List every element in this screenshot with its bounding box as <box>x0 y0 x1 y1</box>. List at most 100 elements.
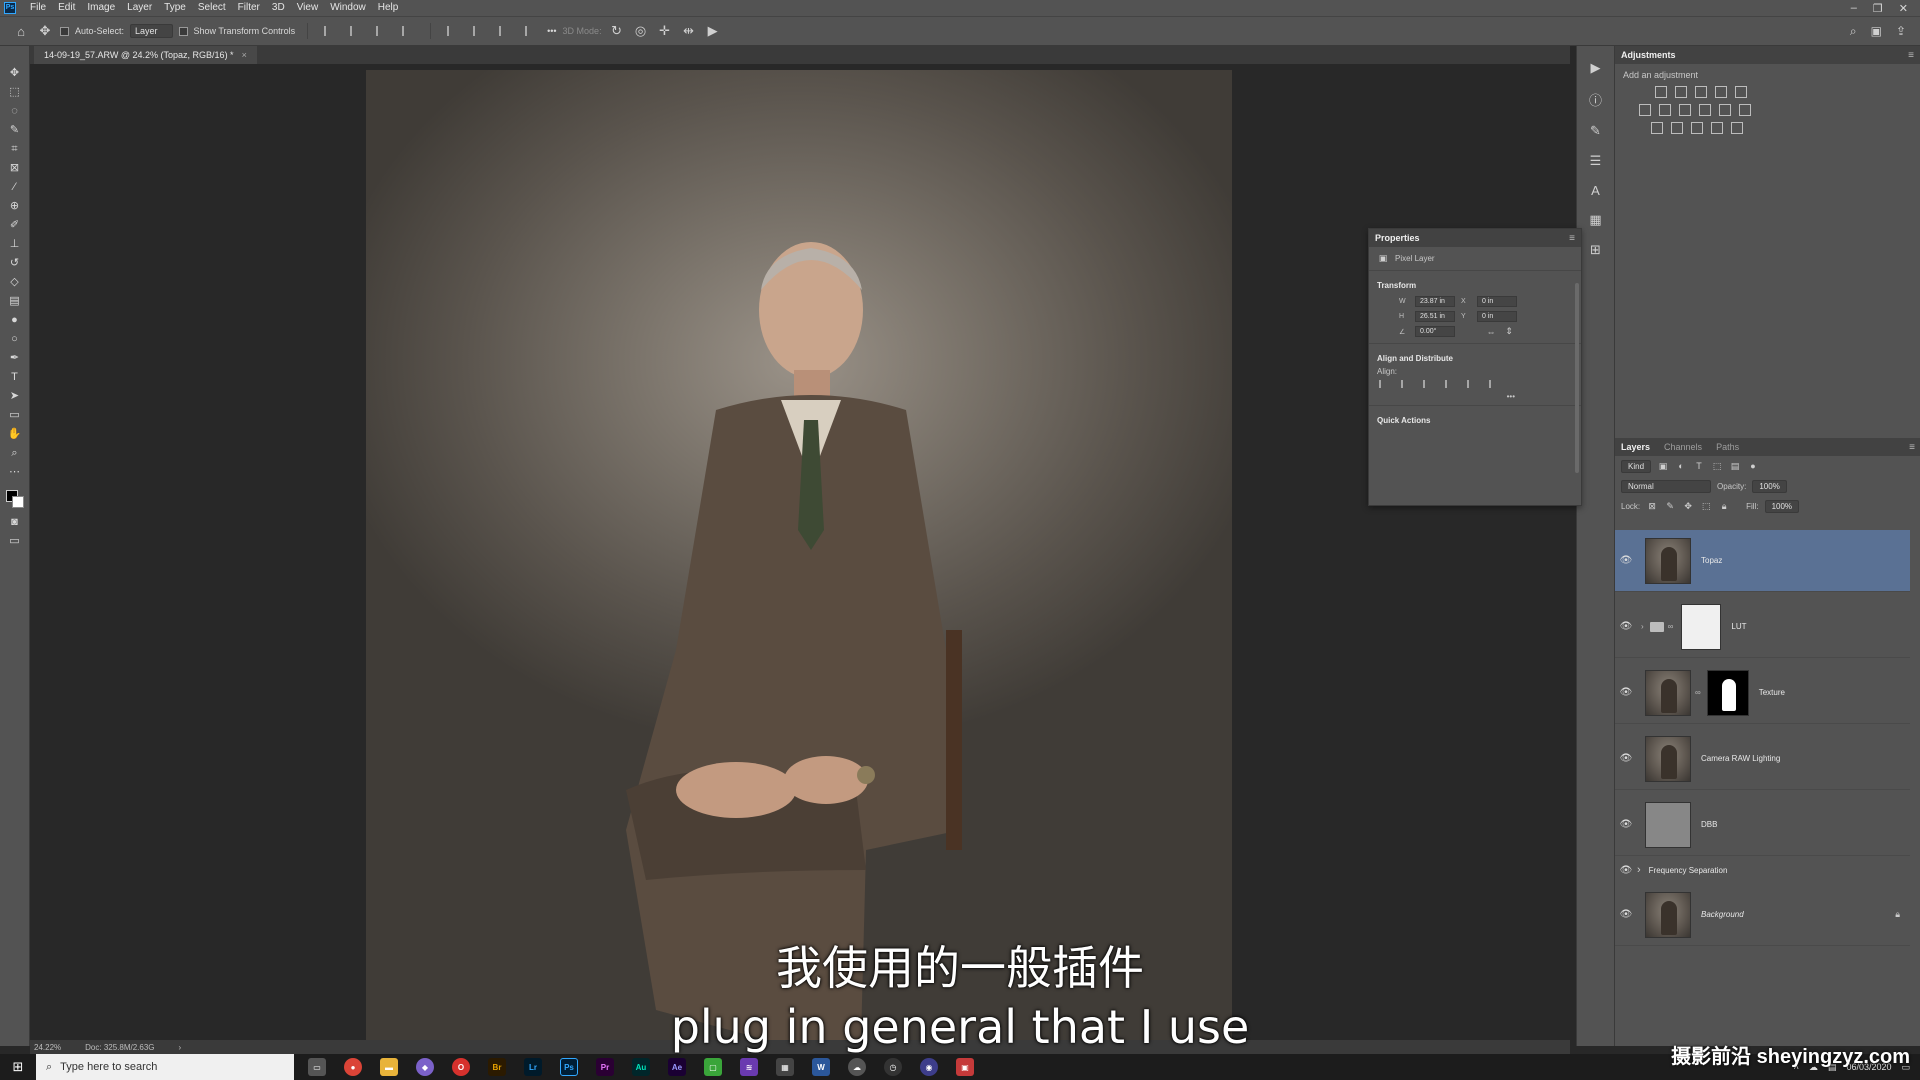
layer-row-frequency-separation[interactable]: 👁︎ › Frequency Separation <box>1615 860 1910 880</box>
lock-artboard-icon[interactable]: ⬚ <box>1700 501 1712 512</box>
height-input[interactable]: 26.51 in <box>1415 311 1455 322</box>
filter-pixel-icon[interactable]: ▣ <box>1657 461 1669 472</box>
lock-icon[interactable]: 🔒︎ <box>1895 909 1900 920</box>
app-grid-icon[interactable]: ▦ <box>776 1058 794 1076</box>
selective-color-icon[interactable] <box>1711 122 1723 134</box>
document-image[interactable] <box>366 70 1232 1040</box>
tab-layers[interactable]: Layers <box>1621 442 1650 452</box>
link-icon[interactable]: ∞ <box>1668 622 1674 631</box>
panel-menu-icon[interactable]: ≡ <box>1909 442 1915 453</box>
align-right-edges-icon[interactable] <box>1423 380 1433 388</box>
properties-scrollbar[interactable] <box>1575 283 1579 473</box>
color-lookup-icon[interactable] <box>1739 104 1751 116</box>
align-left-edges-icon[interactable] <box>1379 380 1389 388</box>
filter-toggle-icon[interactable]: ● <box>1747 461 1759 471</box>
share-icon[interactable]: ⇪ <box>1896 24 1906 39</box>
more-align-options[interactable]: ••• <box>1369 392 1581 401</box>
healing-tool-icon[interactable]: ⊕ <box>4 199 26 213</box>
layer-row-dbb[interactable]: 👁︎ DBB <box>1615 794 1910 856</box>
filter-smart-object-icon[interactable]: ▤ <box>1729 461 1741 472</box>
app-purple-icon[interactable]: ≋ <box>740 1058 758 1076</box>
lock-position-icon[interactable]: ✥ <box>1682 501 1694 512</box>
app-disc-icon[interactable]: ◉ <box>920 1058 938 1076</box>
marquee-tool-icon[interactable]: ⬚ <box>4 85 26 99</box>
curves-icon[interactable] <box>1695 86 1707 98</box>
layer-row-camera-raw-lighting[interactable]: 👁︎ Camera RAW Lighting <box>1615 728 1910 790</box>
chrome-icon[interactable]: ● <box>344 1058 362 1076</box>
layer-name[interactable]: DBB <box>1701 820 1717 829</box>
auto-select-checkbox[interactable] <box>60 26 69 36</box>
premiere-icon[interactable]: Pr <box>596 1058 614 1076</box>
color-balance-icon[interactable] <box>1659 104 1671 116</box>
layer-name[interactable]: Texture <box>1759 688 1785 697</box>
menu-filter[interactable]: Filter <box>232 0 266 16</box>
frame-tool-icon[interactable]: ⊠ <box>4 161 26 175</box>
photoshop-icon[interactable]: Ps <box>560 1058 578 1076</box>
app-clock-icon[interactable]: ◷ <box>884 1058 902 1076</box>
filter-adjustment-icon[interactable]: ◐ <box>1675 461 1687 471</box>
bridge-icon[interactable]: Br <box>488 1058 506 1076</box>
adjust-sliders-icon[interactable]: ☰ <box>1586 153 1606 169</box>
play-actions-icon[interactable]: ▶ <box>1586 60 1606 76</box>
taskbar-search[interactable]: ⌕ Type here to search <box>36 1054 294 1080</box>
visibility-eye-icon[interactable]: 👁︎ <box>1615 909 1637 920</box>
flip-horizontal-icon[interactable]: ⇔ <box>1485 327 1497 337</box>
workspace-icon[interactable]: ▣ <box>1871 24 1882 39</box>
layer-mask-thumbnail[interactable] <box>1706 669 1749 716</box>
vibrance-icon[interactable] <box>1735 86 1747 98</box>
channel-mixer-icon[interactable] <box>1719 104 1731 116</box>
angle-input[interactable]: 0.00° <box>1415 326 1455 337</box>
chevron-right-icon[interactable]: › <box>1641 622 1644 631</box>
canvas-area[interactable] <box>30 64 1570 1040</box>
document-tab[interactable]: 14-09-19_57.ARW @ 24.2% (Topaz, RGB/16) … <box>34 46 257 64</box>
filter-shape-icon[interactable]: ⬚ <box>1711 461 1723 472</box>
blur-tool-icon[interactable]: ● <box>4 313 26 327</box>
visibility-eye-icon[interactable]: 👁︎ <box>1615 621 1637 632</box>
quick-actions-title[interactable]: Quick Actions <box>1369 410 1581 429</box>
windows-start-icon[interactable]: ⊞ <box>0 1059 36 1075</box>
distribute-icon[interactable] <box>402 26 414 36</box>
quick-select-tool-icon[interactable]: ✎ <box>4 123 26 137</box>
layer-kind-filter[interactable]: Kind <box>1621 459 1652 473</box>
brightness-icon[interactable] <box>1655 86 1667 98</box>
dodge-tool-icon[interactable]: ○ <box>4 332 26 346</box>
align-bottom-icon[interactable] <box>499 26 511 36</box>
quick-mask-icon[interactable]: ◙ <box>4 515 26 529</box>
x-input[interactable]: 0 in <box>1477 296 1517 307</box>
chevron-right-icon[interactable]: › <box>1637 864 1641 876</box>
screen-mode-icon[interactable]: ▭ <box>4 534 26 548</box>
menu-select[interactable]: Select <box>192 0 232 16</box>
close-window-button[interactable]: ✕ <box>1899 2 1908 15</box>
background-color-swatch[interactable] <box>11 496 24 508</box>
brush-settings-icon[interactable]: ✎ <box>1586 123 1606 139</box>
y-input[interactable]: 0 in <box>1477 311 1517 322</box>
posterize-icon[interactable] <box>1671 122 1683 134</box>
move-tool-icon[interactable]: ✥ <box>4 66 26 80</box>
layer-name[interactable]: Topaz <box>1701 556 1722 565</box>
home-icon[interactable]: ⌂ <box>12 24 30 39</box>
hue-saturation-icon[interactable] <box>1639 104 1651 116</box>
roll-3d-icon[interactable]: ◎ <box>632 23 650 39</box>
gradient-map-icon[interactable] <box>1731 122 1743 134</box>
align-section-title[interactable]: Align and Distribute <box>1369 348 1581 367</box>
pan-3d-icon[interactable]: ✛ <box>656 23 674 39</box>
align-right-icon[interactable] <box>376 26 388 36</box>
move-tool-icon[interactable]: ✥ <box>36 23 54 39</box>
task-view-icon[interactable]: ▭ <box>308 1058 326 1076</box>
eraser-tool-icon[interactable]: ◇ <box>4 275 26 289</box>
menu-file[interactable]: File <box>24 0 52 16</box>
layer-name[interactable]: Background <box>1701 910 1744 919</box>
zoom-tool-icon[interactable]: ⌕ <box>4 446 26 460</box>
properties-icon[interactable]: ⊞ <box>1586 242 1606 258</box>
file-explorer-icon[interactable]: ▬ <box>380 1058 398 1076</box>
restore-button[interactable]: ❐ <box>1873 2 1883 15</box>
lock-all-icon[interactable]: 🔒︎ <box>1718 501 1730 512</box>
lock-transparent-icon[interactable]: ⊠ <box>1646 501 1658 512</box>
stamp-tool-icon[interactable]: ⊥ <box>4 237 26 251</box>
align-top-edges-icon[interactable] <box>1445 380 1455 388</box>
layer-name[interactable]: LUT <box>1731 622 1746 631</box>
black-white-icon[interactable] <box>1679 104 1691 116</box>
more-tools-icon[interactable]: ⋯ <box>4 465 26 479</box>
tab-properties[interactable]: Properties <box>1375 233 1420 243</box>
audition-icon[interactable]: Au <box>632 1058 650 1076</box>
